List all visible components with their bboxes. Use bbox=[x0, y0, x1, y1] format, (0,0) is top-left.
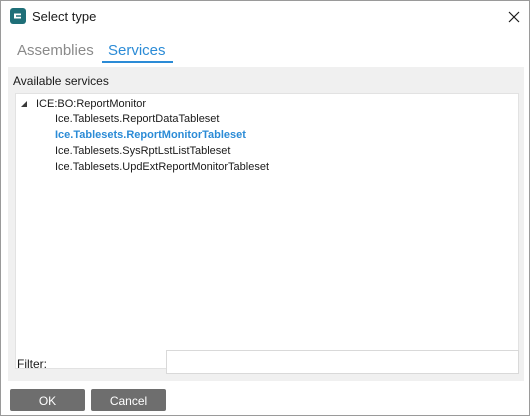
services-panel: Available services ICE:BO:ReportMonitor … bbox=[8, 67, 524, 381]
services-tree[interactable]: ICE:BO:ReportMonitor Ice.Tablesets.Repor… bbox=[15, 93, 519, 369]
epicor-logo-icon bbox=[10, 8, 26, 24]
title-bar: Select type bbox=[1, 1, 529, 33]
select-type-dialog: Select type Assemblies Services Availabl… bbox=[0, 0, 530, 416]
close-icon bbox=[508, 11, 520, 23]
tree-item-sys-rpt-lst-list-tableset[interactable]: Ice.Tablesets.SysRptLstListTableset bbox=[55, 144, 230, 159]
available-services-label: Available services bbox=[13, 74, 109, 88]
ok-button[interactable]: OK bbox=[10, 389, 85, 411]
cancel-button[interactable]: Cancel bbox=[91, 389, 166, 411]
dialog-title: Select type bbox=[32, 9, 97, 24]
tree-node-root-label: ICE:BO:ReportMonitor bbox=[36, 98, 147, 110]
filter-label: Filter: bbox=[17, 357, 47, 371]
tree-item-report-data-tableset[interactable]: Ice.Tablesets.ReportDataTableset bbox=[55, 112, 219, 127]
tab-bar: Assemblies Services bbox=[1, 33, 529, 67]
tree-item-upd-ext-report-monitor-tableset[interactable]: Ice.Tablesets.UpdExtReportMonitorTablese… bbox=[55, 160, 269, 175]
tab-services[interactable]: Services bbox=[108, 41, 166, 61]
close-button[interactable] bbox=[499, 3, 529, 31]
tab-assemblies[interactable]: Assemblies bbox=[17, 41, 94, 61]
active-tab-indicator bbox=[102, 61, 173, 63]
tree-item-report-monitor-tableset[interactable]: Ice.Tablesets.ReportMonitorTableset bbox=[55, 128, 246, 143]
filter-input[interactable] bbox=[166, 350, 519, 374]
expanded-triangle-icon[interactable] bbox=[20, 100, 28, 108]
